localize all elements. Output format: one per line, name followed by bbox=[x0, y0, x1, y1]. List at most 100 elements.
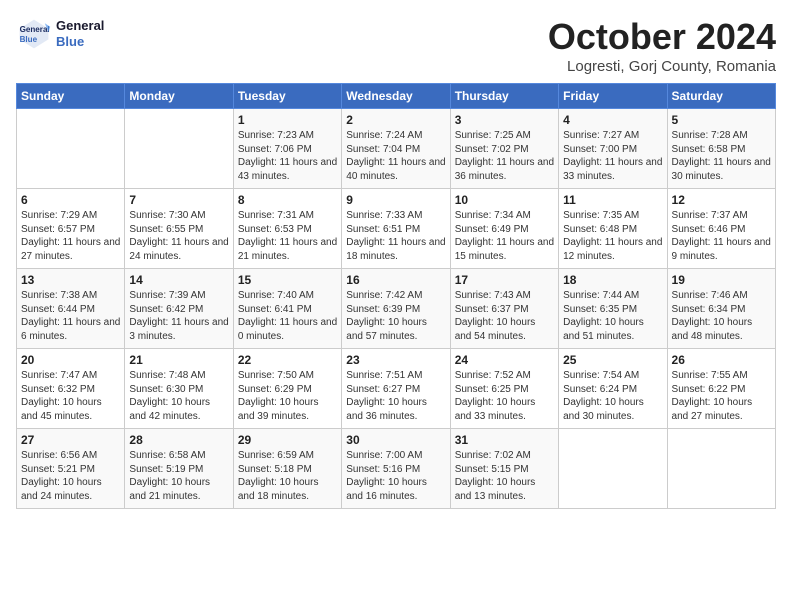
weekday-header-friday: Friday bbox=[559, 84, 667, 109]
calendar-cell: 14 Sunrise: 7:39 AMSunset: 6:42 PMDayligh… bbox=[125, 269, 233, 349]
day-number: 17 bbox=[455, 273, 554, 287]
day-number: 15 bbox=[238, 273, 337, 287]
day-info: Sunrise: 7:33 AMSunset: 6:51 PMDaylight:… bbox=[346, 209, 445, 263]
calendar-cell: 21 Sunrise: 7:48 AMSunset: 6:30 PMDayligh… bbox=[125, 349, 233, 429]
weekday-header-monday: Monday bbox=[125, 84, 233, 109]
calendar-cell: 2 Sunrise: 7:24 AMSunset: 7:04 PMDaylight… bbox=[342, 109, 450, 189]
day-info: Sunrise: 7:48 AMSunset: 6:30 PMDaylight:… bbox=[129, 369, 228, 423]
page-header: General Blue General Blue October 2024 L… bbox=[16, 16, 776, 75]
week-row-3: 13Sunrise: 7:38 AMSunset: 6:44 PMDayligh… bbox=[17, 269, 776, 349]
calendar-cell: 8Sunrise: 7:31 AMSunset: 6:53 PMDaylight… bbox=[233, 189, 341, 269]
weekday-header-tuesday: Tuesday bbox=[233, 84, 341, 109]
weekday-header-row: SundayMondayTuesdayWednesdayThursdayFrid… bbox=[17, 84, 776, 109]
week-row-1: 1 Sunrise: 7:23 AMSunset: 7:06 PMDaylight… bbox=[17, 109, 776, 189]
calendar-cell: 31Sunrise: 7:02 AMSunset: 5:15 PMDayligh… bbox=[450, 429, 558, 509]
calendar-cell bbox=[125, 109, 233, 189]
day-info: Sunrise: 7:51 AMSunset: 6:27 PMDaylight:… bbox=[346, 369, 445, 423]
calendar-cell: 20 Sunrise: 7:47 AMSunset: 6:32 PMDayligh… bbox=[17, 349, 125, 429]
day-number: 13 bbox=[21, 273, 120, 287]
calendar-cell: 13Sunrise: 7:38 AMSunset: 6:44 PMDayligh… bbox=[17, 269, 125, 349]
day-info: Sunrise: 7:43 AMSunset: 6:37 PMDaylight:… bbox=[455, 289, 554, 343]
calendar-cell: 29 Sunrise: 6:59 AMSunset: 5:18 PMDayligh… bbox=[233, 429, 341, 509]
day-info: Sunrise: 7:47 AMSunset: 6:32 PMDaylight:… bbox=[21, 369, 120, 423]
svg-text:General: General bbox=[20, 25, 50, 34]
calendar-cell bbox=[17, 109, 125, 189]
week-row-5: 27 Sunrise: 6:56 AMSunset: 5:21 PMDayligh… bbox=[17, 429, 776, 509]
day-info: Sunrise: 7:00 AMSunset: 5:16 PMDaylight:… bbox=[346, 449, 445, 503]
day-number: 19 bbox=[672, 273, 771, 287]
day-number: 20 bbox=[21, 353, 120, 367]
calendar-cell: 11 Sunrise: 7:35 AMSunset: 6:48 PMDayligh… bbox=[559, 189, 667, 269]
day-info: Sunrise: 7:28 AMSunset: 6:58 PMDaylight:… bbox=[672, 129, 771, 183]
logo-icon: General Blue bbox=[16, 16, 52, 52]
day-info: Sunrise: 7:44 AMSunset: 6:35 PMDaylight:… bbox=[563, 289, 662, 343]
day-info: Sunrise: 7:55 AMSunset: 6:22 PMDaylight:… bbox=[672, 369, 771, 423]
weekday-header-thursday: Thursday bbox=[450, 84, 558, 109]
day-number: 23 bbox=[346, 353, 445, 367]
day-info: Sunrise: 7:27 AMSunset: 7:00 PMDaylight:… bbox=[563, 129, 662, 183]
logo-text: General Blue bbox=[56, 18, 104, 49]
day-info: Sunrise: 7:35 AMSunset: 6:48 PMDaylight:… bbox=[563, 209, 662, 263]
calendar-cell: 10Sunrise: 7:34 AMSunset: 6:49 PMDayligh… bbox=[450, 189, 558, 269]
day-info: Sunrise: 7:39 AMSunset: 6:42 PMDaylight:… bbox=[129, 289, 228, 343]
calendar-cell: 19Sunrise: 7:46 AMSunset: 6:34 PMDayligh… bbox=[667, 269, 775, 349]
day-info: Sunrise: 7:23 AMSunset: 7:06 PMDaylight:… bbox=[238, 129, 337, 183]
calendar-cell: 27 Sunrise: 6:56 AMSunset: 5:21 PMDayligh… bbox=[17, 429, 125, 509]
calendar-cell: 15 Sunrise: 7:40 AMSunset: 6:41 PMDayligh… bbox=[233, 269, 341, 349]
day-number: 21 bbox=[129, 353, 228, 367]
location-title: Logresti, Gorj County, Romania bbox=[548, 58, 776, 75]
calendar-cell: 24 Sunrise: 7:52 AMSunset: 6:25 PMDayligh… bbox=[450, 349, 558, 429]
calendar-cell: 3Sunrise: 7:25 AMSunset: 7:02 PMDaylight… bbox=[450, 109, 558, 189]
day-number: 25 bbox=[563, 353, 662, 367]
month-title: October 2024 bbox=[548, 16, 776, 58]
day-number: 22 bbox=[238, 353, 337, 367]
day-number: 27 bbox=[21, 433, 120, 447]
calendar-table: SundayMondayTuesdayWednesdayThursdayFrid… bbox=[16, 83, 776, 509]
week-row-2: 6Sunrise: 7:29 AMSunset: 6:57 PMDaylight… bbox=[17, 189, 776, 269]
day-info: Sunrise: 7:02 AMSunset: 5:15 PMDaylight:… bbox=[455, 449, 554, 503]
day-number: 11 bbox=[563, 193, 662, 207]
week-row-4: 20 Sunrise: 7:47 AMSunset: 6:32 PMDayligh… bbox=[17, 349, 776, 429]
day-info: Sunrise: 7:40 AMSunset: 6:41 PMDaylight:… bbox=[238, 289, 337, 343]
title-section: October 2024 Logresti, Gorj County, Roma… bbox=[548, 16, 776, 75]
day-info: Sunrise: 7:31 AMSunset: 6:53 PMDaylight:… bbox=[238, 209, 337, 263]
day-number: 29 bbox=[238, 433, 337, 447]
logo: General Blue General Blue bbox=[16, 16, 104, 52]
calendar-cell: 12 Sunrise: 7:37 AMSunset: 6:46 PMDayligh… bbox=[667, 189, 775, 269]
day-number: 7 bbox=[129, 193, 228, 207]
day-info: Sunrise: 7:34 AMSunset: 6:49 PMDaylight:… bbox=[455, 209, 554, 263]
svg-text:Blue: Blue bbox=[20, 35, 38, 44]
day-number: 16 bbox=[346, 273, 445, 287]
day-info: Sunrise: 7:30 AMSunset: 6:55 PMDaylight:… bbox=[129, 209, 228, 263]
day-number: 14 bbox=[129, 273, 228, 287]
day-number: 24 bbox=[455, 353, 554, 367]
day-number: 28 bbox=[129, 433, 228, 447]
calendar-cell: 28Sunrise: 6:58 AMSunset: 5:19 PMDayligh… bbox=[125, 429, 233, 509]
day-number: 2 bbox=[346, 113, 445, 127]
calendar-cell: 6Sunrise: 7:29 AMSunset: 6:57 PMDaylight… bbox=[17, 189, 125, 269]
day-info: Sunrise: 7:24 AMSunset: 7:04 PMDaylight:… bbox=[346, 129, 445, 183]
day-info: Sunrise: 6:59 AMSunset: 5:18 PMDaylight:… bbox=[238, 449, 337, 503]
weekday-header-saturday: Saturday bbox=[667, 84, 775, 109]
day-number: 30 bbox=[346, 433, 445, 447]
day-info: Sunrise: 7:52 AMSunset: 6:25 PMDaylight:… bbox=[455, 369, 554, 423]
calendar-cell: 25Sunrise: 7:54 AMSunset: 6:24 PMDayligh… bbox=[559, 349, 667, 429]
day-info: Sunrise: 6:56 AMSunset: 5:21 PMDaylight:… bbox=[21, 449, 120, 503]
day-number: 9 bbox=[346, 193, 445, 207]
weekday-header-sunday: Sunday bbox=[17, 84, 125, 109]
weekday-header-wednesday: Wednesday bbox=[342, 84, 450, 109]
calendar-cell: 4Sunrise: 7:27 AMSunset: 7:00 PMDaylight… bbox=[559, 109, 667, 189]
day-number: 1 bbox=[238, 113, 337, 127]
day-info: Sunrise: 7:37 AMSunset: 6:46 PMDaylight:… bbox=[672, 209, 771, 263]
calendar-cell: 1 Sunrise: 7:23 AMSunset: 7:06 PMDaylight… bbox=[233, 109, 341, 189]
calendar-cell: 18 Sunrise: 7:44 AMSunset: 6:35 PMDayligh… bbox=[559, 269, 667, 349]
day-number: 6 bbox=[21, 193, 120, 207]
logo-line1: General bbox=[56, 18, 104, 34]
calendar-cell: 17 Sunrise: 7:43 AMSunset: 6:37 PMDayligh… bbox=[450, 269, 558, 349]
calendar-cell: 30 Sunrise: 7:00 AMSunset: 5:16 PMDayligh… bbox=[342, 429, 450, 509]
day-number: 12 bbox=[672, 193, 771, 207]
day-number: 18 bbox=[563, 273, 662, 287]
calendar-cell: 5Sunrise: 7:28 AMSunset: 6:58 PMDaylight… bbox=[667, 109, 775, 189]
day-number: 26 bbox=[672, 353, 771, 367]
calendar-cell bbox=[559, 429, 667, 509]
